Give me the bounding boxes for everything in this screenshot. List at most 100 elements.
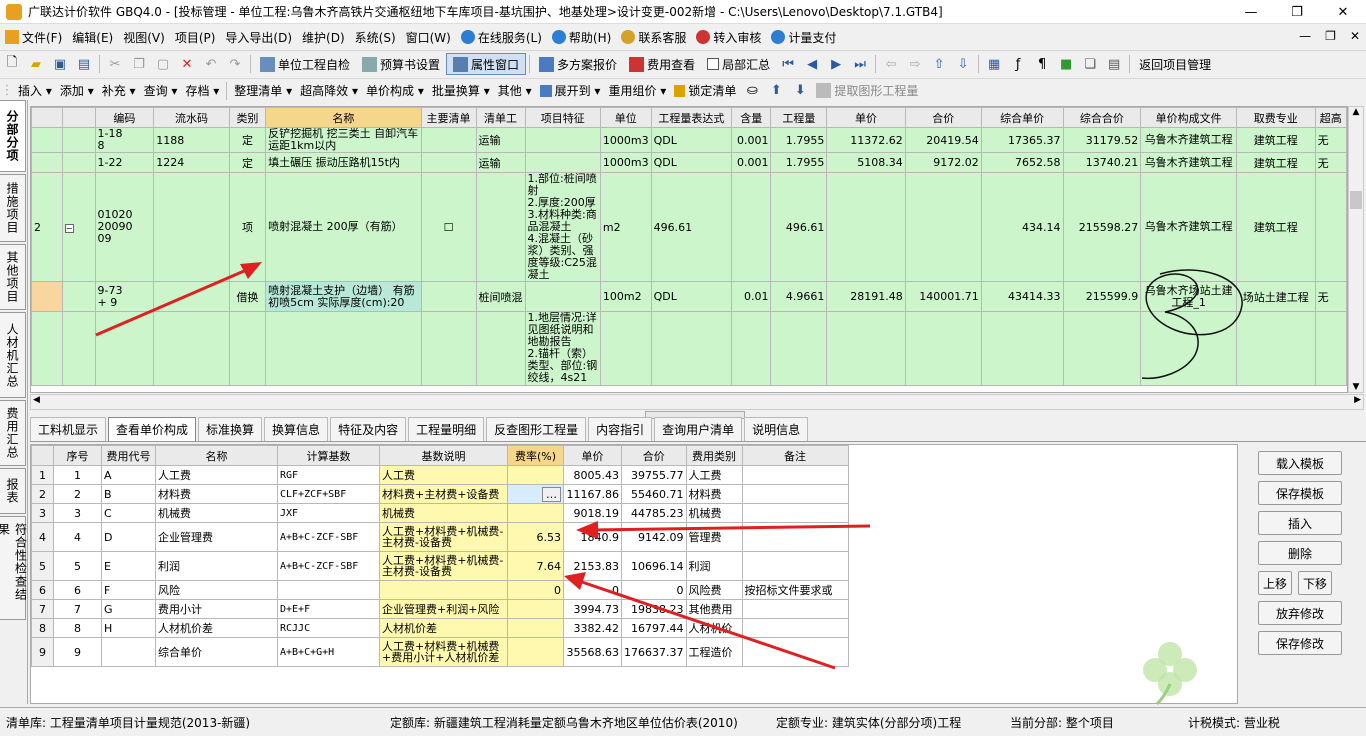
cell-seq[interactable]: 2	[53, 484, 102, 504]
cell-price[interactable]: 0	[563, 580, 622, 600]
cell-r[interactable]: 2	[31, 484, 54, 504]
cell-total[interactable]: 20419.54	[904, 127, 982, 153]
column-header[interactable]	[31, 107, 63, 128]
scroll-up-arrow[interactable]: ▲	[1349, 107, 1363, 117]
close-button[interactable]: ✕	[1320, 0, 1366, 24]
cell-price[interactable]: 1840.9	[563, 522, 622, 552]
cell-super[interactable]: 无	[1314, 281, 1347, 312]
cell-super[interactable]: 无	[1314, 127, 1347, 153]
cell-tree[interactable]	[61, 152, 96, 173]
cell-price[interactable]: 28191.48	[826, 281, 906, 312]
cell-base[interactable]: JXF	[277, 503, 380, 523]
column-header[interactable]: 单价	[826, 107, 906, 128]
cell-work[interactable]	[475, 172, 526, 282]
column-header[interactable]: 计算基数	[277, 445, 380, 466]
cell-name[interactable]: 利润	[155, 551, 278, 581]
cell-super[interactable]	[1314, 172, 1347, 282]
formula-icon[interactable]: ƒ	[1009, 55, 1027, 73]
cell-rate[interactable]	[507, 599, 564, 619]
menu-item-0[interactable]: 文件(F)	[0, 29, 67, 46]
cell-price[interactable]: 5108.34	[826, 152, 906, 173]
horizontal-scrollbar[interactable]: ◀ ▶	[30, 394, 1364, 410]
side-tab-6[interactable]: 符合性检查结果	[0, 516, 28, 620]
menu-item-3[interactable]: 项目(P)	[170, 29, 221, 46]
lock-list-button[interactable]: 锁定清单	[670, 80, 740, 102]
cell-price[interactable]: 35568.63	[563, 637, 622, 667]
cell-type[interactable]: 项	[228, 172, 267, 282]
cell-file[interactable]	[1140, 311, 1237, 386]
cell-serial[interactable]: 1188	[153, 127, 230, 153]
cell-price[interactable]: 3382.42	[563, 618, 622, 638]
cell-total[interactable]	[904, 311, 982, 386]
cell-type[interactable]: 定	[228, 127, 267, 153]
cell-qty[interactable]	[770, 311, 828, 386]
cell-feature[interactable]	[524, 152, 601, 173]
cell-total[interactable]: 16797.44	[621, 618, 687, 638]
cell-file[interactable]: 乌鲁木齐建筑工程	[1140, 152, 1237, 173]
cell-note[interactable]	[741, 637, 849, 667]
property-window-button[interactable]: 属性窗口	[446, 53, 527, 75]
new-file-icon[interactable]: 🗋	[3, 55, 21, 73]
composition-row[interactable]: 5 5 E 利润 A+B+C-ZCF-SBF 人工费+材料费+机械费-主材费-设备费 7.6…	[31, 551, 849, 581]
cell-price[interactable]: 8005.43	[563, 465, 622, 485]
cell-file[interactable]: 乌鲁木齐场站土建工程_1	[1140, 281, 1237, 312]
cell-qty[interactable]: 4.9661	[770, 281, 828, 312]
list-row[interactable]: 1-22 1224 定 填土碾压 振动压路机15t内 运输 1000m3 QDL 0.001 1…	[31, 152, 1347, 173]
cell-name[interactable]: 风险	[155, 580, 278, 600]
cell-total[interactable]: 9142.09	[621, 522, 687, 552]
cell-comp_price[interactable]: 7652.58	[980, 152, 1064, 173]
cell-super[interactable]: 无	[1314, 152, 1347, 173]
column-header[interactable]: 合价	[904, 107, 982, 128]
cell-code[interactable]: 01020 20090 09	[94, 172, 155, 282]
local-summary-checkbox[interactable]: 局部汇总	[701, 53, 776, 75]
cell-main[interactable]	[420, 281, 477, 312]
cell-code[interactable]: G	[101, 599, 156, 619]
cell-comp_price[interactable]	[980, 311, 1064, 386]
bottom-tab-2[interactable]: 标准换算	[198, 417, 263, 441]
cell-seq[interactable]: 6	[53, 580, 102, 600]
cell-total[interactable]	[904, 172, 982, 282]
cell-feature[interactable]: 1.部位:桩间喷射 2.厚度:200厚 3.材料种类:商品混凝土 4.混凝土（砂…	[524, 172, 601, 282]
doc-minimize-button[interactable]: —	[1299, 29, 1311, 43]
bottom-tab-6[interactable]: 反查图形工程量	[486, 417, 587, 441]
column-header[interactable]: 备注	[741, 445, 849, 466]
other-dropdown[interactable]: 其他 ▾	[494, 80, 536, 102]
bottom-tab-5[interactable]: 工程量明细	[408, 417, 485, 441]
cell-work[interactable]: 运输	[475, 152, 526, 173]
column-header[interactable]: 流水码	[153, 107, 230, 128]
save-template-button[interactable]: 保存模板	[1258, 481, 1342, 505]
scroll-down-arrow[interactable]: ▼	[1349, 382, 1363, 392]
cell-base[interactable]	[277, 580, 380, 600]
cell-total[interactable]: 9172.02	[904, 152, 982, 173]
column-header[interactable]: 费用类别	[685, 445, 743, 466]
move-down-button[interactable]: 下移	[1298, 571, 1332, 595]
cell-tree[interactable]	[61, 311, 96, 386]
cell-name[interactable]	[265, 311, 422, 386]
cell-price[interactable]: 11167.86	[563, 484, 622, 504]
cell-rate[interactable]: 7.64	[507, 551, 564, 581]
cell-type[interactable]	[228, 311, 267, 386]
cell-code[interactable]	[101, 637, 156, 667]
column-header[interactable]: 单价	[563, 445, 622, 466]
cell-spec[interactable]	[1235, 311, 1316, 386]
vertical-scrollbar[interactable]: ▲ ▼	[1348, 106, 1364, 393]
insert-row-button[interactable]: 插入	[1258, 511, 1342, 535]
side-tab-1[interactable]: 措施项目	[0, 174, 26, 242]
cell-seq[interactable]: 8	[53, 618, 102, 638]
column-header[interactable]: 费率(%)	[507, 445, 564, 466]
cell-cat[interactable]: 人工费	[685, 465, 743, 485]
side-tab-3[interactable]: 人材机汇总	[0, 312, 26, 398]
scroll-left-arrow[interactable]: ◀	[33, 395, 40, 405]
copy-icon[interactable]: ❐	[130, 55, 148, 73]
cell-name[interactable]: 填土碾压 振动压路机15t内	[265, 152, 422, 173]
column-header[interactable]: 综合单价	[980, 107, 1064, 128]
insert-dropdown[interactable]: 插入 ▾	[14, 80, 56, 102]
cell-unit[interactable]: m2	[599, 172, 652, 282]
column-header[interactable]	[61, 107, 96, 128]
move-down-icon[interactable]: ⬇	[791, 82, 809, 100]
cell-seq[interactable]: 5	[53, 551, 102, 581]
save-changes-button[interactable]: 保存修改	[1258, 631, 1342, 655]
cell-desc[interactable]: 机械费	[379, 503, 508, 523]
cell-comp_price[interactable]: 17365.37	[980, 127, 1064, 153]
column-header[interactable]: 清单工	[475, 107, 526, 128]
